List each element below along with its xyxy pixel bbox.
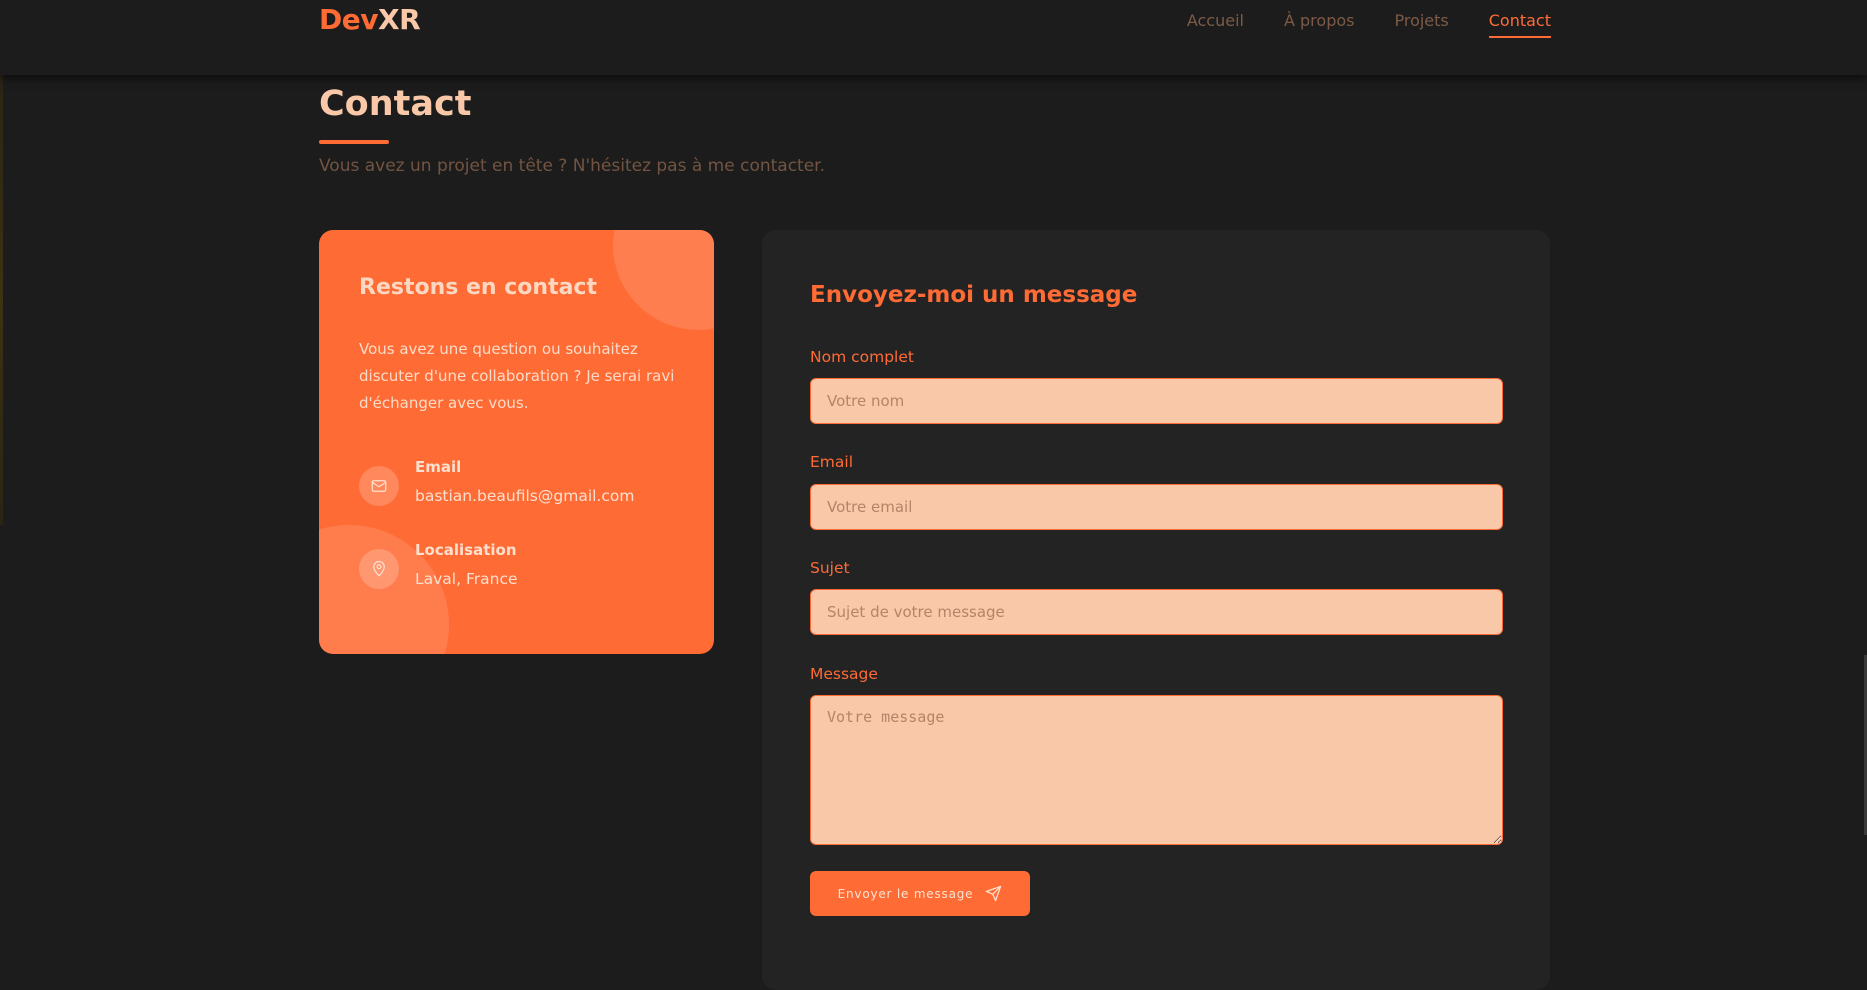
info-location-label: Localisation (415, 541, 517, 559)
subject-input[interactable] (810, 589, 1503, 635)
logo-part-xr: XR (377, 3, 421, 36)
info-email-label: Email (415, 458, 462, 476)
subject-label: Sujet (810, 559, 850, 577)
map-pin-icon (359, 549, 399, 589)
send-icon (985, 885, 1002, 902)
info-text: Vous avez une question ou souhaitez disc… (359, 340, 675, 412)
name-input[interactable] (810, 378, 1503, 424)
nav-link-accueil[interactable]: Accueil (1187, 11, 1244, 38)
form-title: Envoyez-moi un message (810, 282, 1138, 308)
mail-icon (359, 466, 399, 506)
info-item-location: Localisation Laval, France (359, 540, 518, 589)
main-nav: Accueil À propos Projets Contact (1187, 11, 1551, 38)
title-underline (319, 140, 389, 144)
page-title: Contact (319, 84, 472, 124)
info-location-value: Laval, France (415, 570, 518, 588)
logo-part-dev: Dev (319, 3, 378, 36)
page-subtitle: Vous avez un projet en tête ? N'hésitez … (319, 156, 826, 176)
page-edge-decoration (0, 75, 3, 525)
nav-link-contact[interactable]: Contact (1488, 11, 1551, 38)
submit-button[interactable]: Envoyer le message (810, 871, 1030, 916)
contact-info-card: Restons en contact Vous avez une questio… (319, 230, 714, 654)
nav-link-projets[interactable]: Projets (1394, 11, 1448, 38)
message-textarea[interactable] (810, 695, 1503, 845)
email-input[interactable] (810, 484, 1503, 530)
email-label: Email (810, 453, 854, 471)
info-title: Restons en contact (359, 275, 597, 300)
navbar: DevXR Accueil À propos Projets Contact (0, 0, 1867, 75)
info-email-value[interactable]: bastian.beaufils@gmail.com (415, 487, 634, 505)
decorative-circle-top (613, 230, 714, 330)
submit-label: Envoyer le message (837, 886, 974, 901)
nav-link-a-propos[interactable]: À propos (1284, 11, 1354, 38)
name-label: Nom complet (810, 348, 914, 366)
contact-form-card: Envoyez-moi un message Nom complet Email… (762, 230, 1550, 990)
logo[interactable]: DevXR (319, 3, 421, 36)
info-item-email: Email bastian.beaufils@gmail.com (359, 457, 634, 506)
message-label: Message (810, 665, 878, 683)
